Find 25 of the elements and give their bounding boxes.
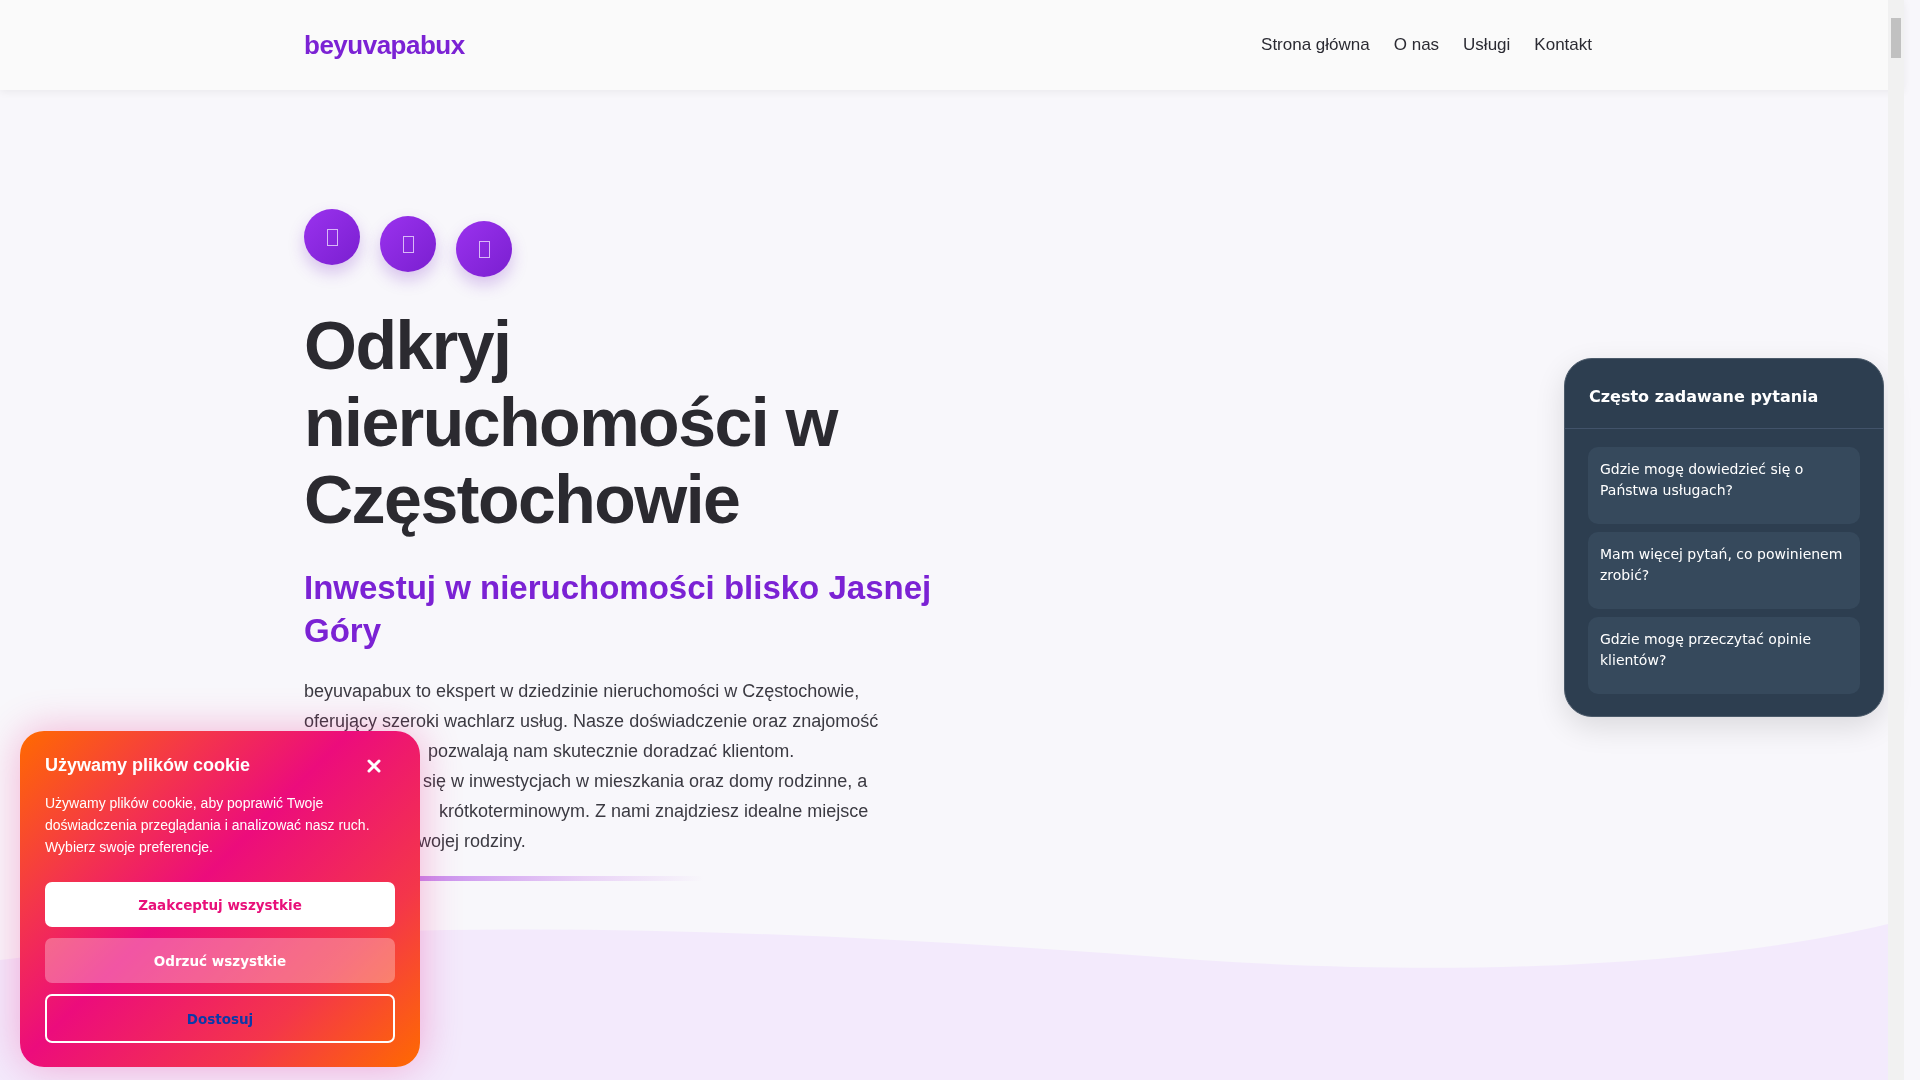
paragraph-line: wojej rodziny. (418, 830, 526, 853)
panel-title: Często zadawane pytania (1565, 359, 1883, 429)
cookie-title: Używamy plików cookie (45, 755, 251, 776)
faq-item[interactable]: Mam więcej pytań, co powinienem zrobić? (1588, 532, 1860, 609)
glyph-icon (456, 221, 512, 277)
glyph-icon (380, 216, 436, 272)
hero-title: Odkryj nieruchomości w Częstochowie (304, 307, 839, 538)
nav-link[interactable]: Kontakt (1534, 35, 1592, 55)
paragraph-line: się w inwestycjach w mieszkania oraz domy rodzinne, a (423, 770, 868, 793)
paragraph-line: pozwalają nam skutecznie doradzać klientom. (428, 740, 795, 763)
hero-subtitle: Inwestuj w nieruchomości blisko Jasnej Góry (304, 568, 933, 651)
paragraph-line: krótkoterminowym. Z nami znajdziesz idealne miejsce (439, 800, 869, 823)
paragraph-line: beyuvapabux to ekspert w dziedzinie nieruchomości w Częstochowie, (304, 680, 860, 703)
scrollbar[interactable] (1888, 0, 1904, 1080)
cookie-text: Używamy plików cookie, aby poprawić Twoje doświadczenia przeglądania i analizować nasz ruch. Wybierz swoje preferencje. (45, 794, 371, 857)
site-logo[interactable]: beyuvapabux (304, 29, 465, 61)
close-icon[interactable] (367, 758, 381, 773)
glyph-icon (304, 209, 360, 265)
faq-item[interactable]: Gdzie mogę przeczytać opinie klientów? (1588, 617, 1860, 694)
accept-button[interactable]: Zaakceptuj wszystkie (45, 882, 395, 927)
paragraph-line: oferujący szeroki wachlarz usług. Nasze doświadczenie oraz znajomość (304, 710, 879, 733)
nav-link[interactable]: O nas (1393, 35, 1440, 55)
nav-link[interactable]: Strona główna (1261, 35, 1370, 55)
nav-link[interactable]: Usługi (1463, 35, 1511, 55)
faq-item[interactable]: Gdzie mogę dowiedzieć się o Państwa usługach? (1588, 447, 1860, 524)
